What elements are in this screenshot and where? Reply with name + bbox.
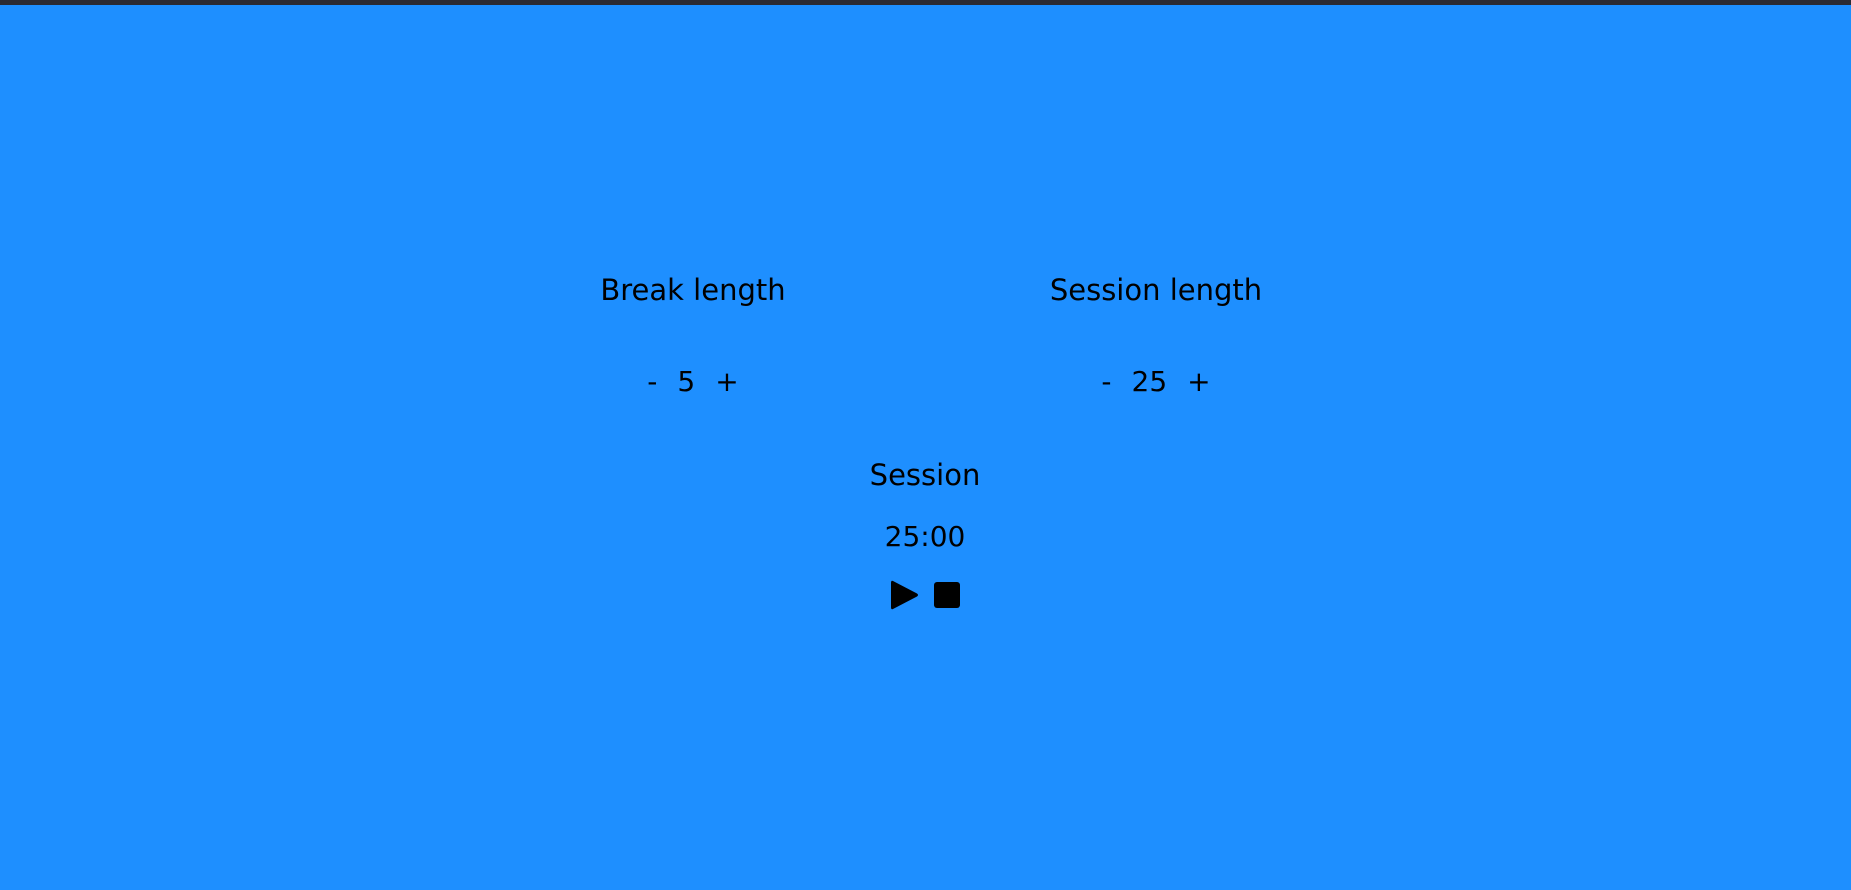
break-increment-button[interactable]: + bbox=[709, 365, 744, 399]
timer-display: 25:00 bbox=[884, 520, 966, 553]
session-length-value: 25 bbox=[1131, 365, 1168, 398]
timer-label: Session bbox=[869, 458, 981, 492]
session-increment-button[interactable]: + bbox=[1181, 365, 1216, 399]
break-length-value: 5 bbox=[677, 365, 696, 398]
top-bar bbox=[0, 0, 1851, 5]
session-length-title: Session length bbox=[1049, 273, 1263, 307]
play-icon bbox=[890, 580, 918, 610]
playback-controls bbox=[885, 578, 965, 612]
session-length-controls: - 25 + bbox=[1082, 365, 1230, 399]
stop-icon bbox=[933, 582, 960, 608]
play-button[interactable] bbox=[890, 579, 919, 611]
break-decrement-button[interactable]: - bbox=[641, 365, 663, 399]
session-decrement-button[interactable]: - bbox=[1095, 365, 1117, 399]
stop-button[interactable] bbox=[933, 581, 961, 609]
break-length-title: Break length bbox=[600, 273, 786, 307]
break-length-controls: - 5 + bbox=[630, 365, 756, 399]
